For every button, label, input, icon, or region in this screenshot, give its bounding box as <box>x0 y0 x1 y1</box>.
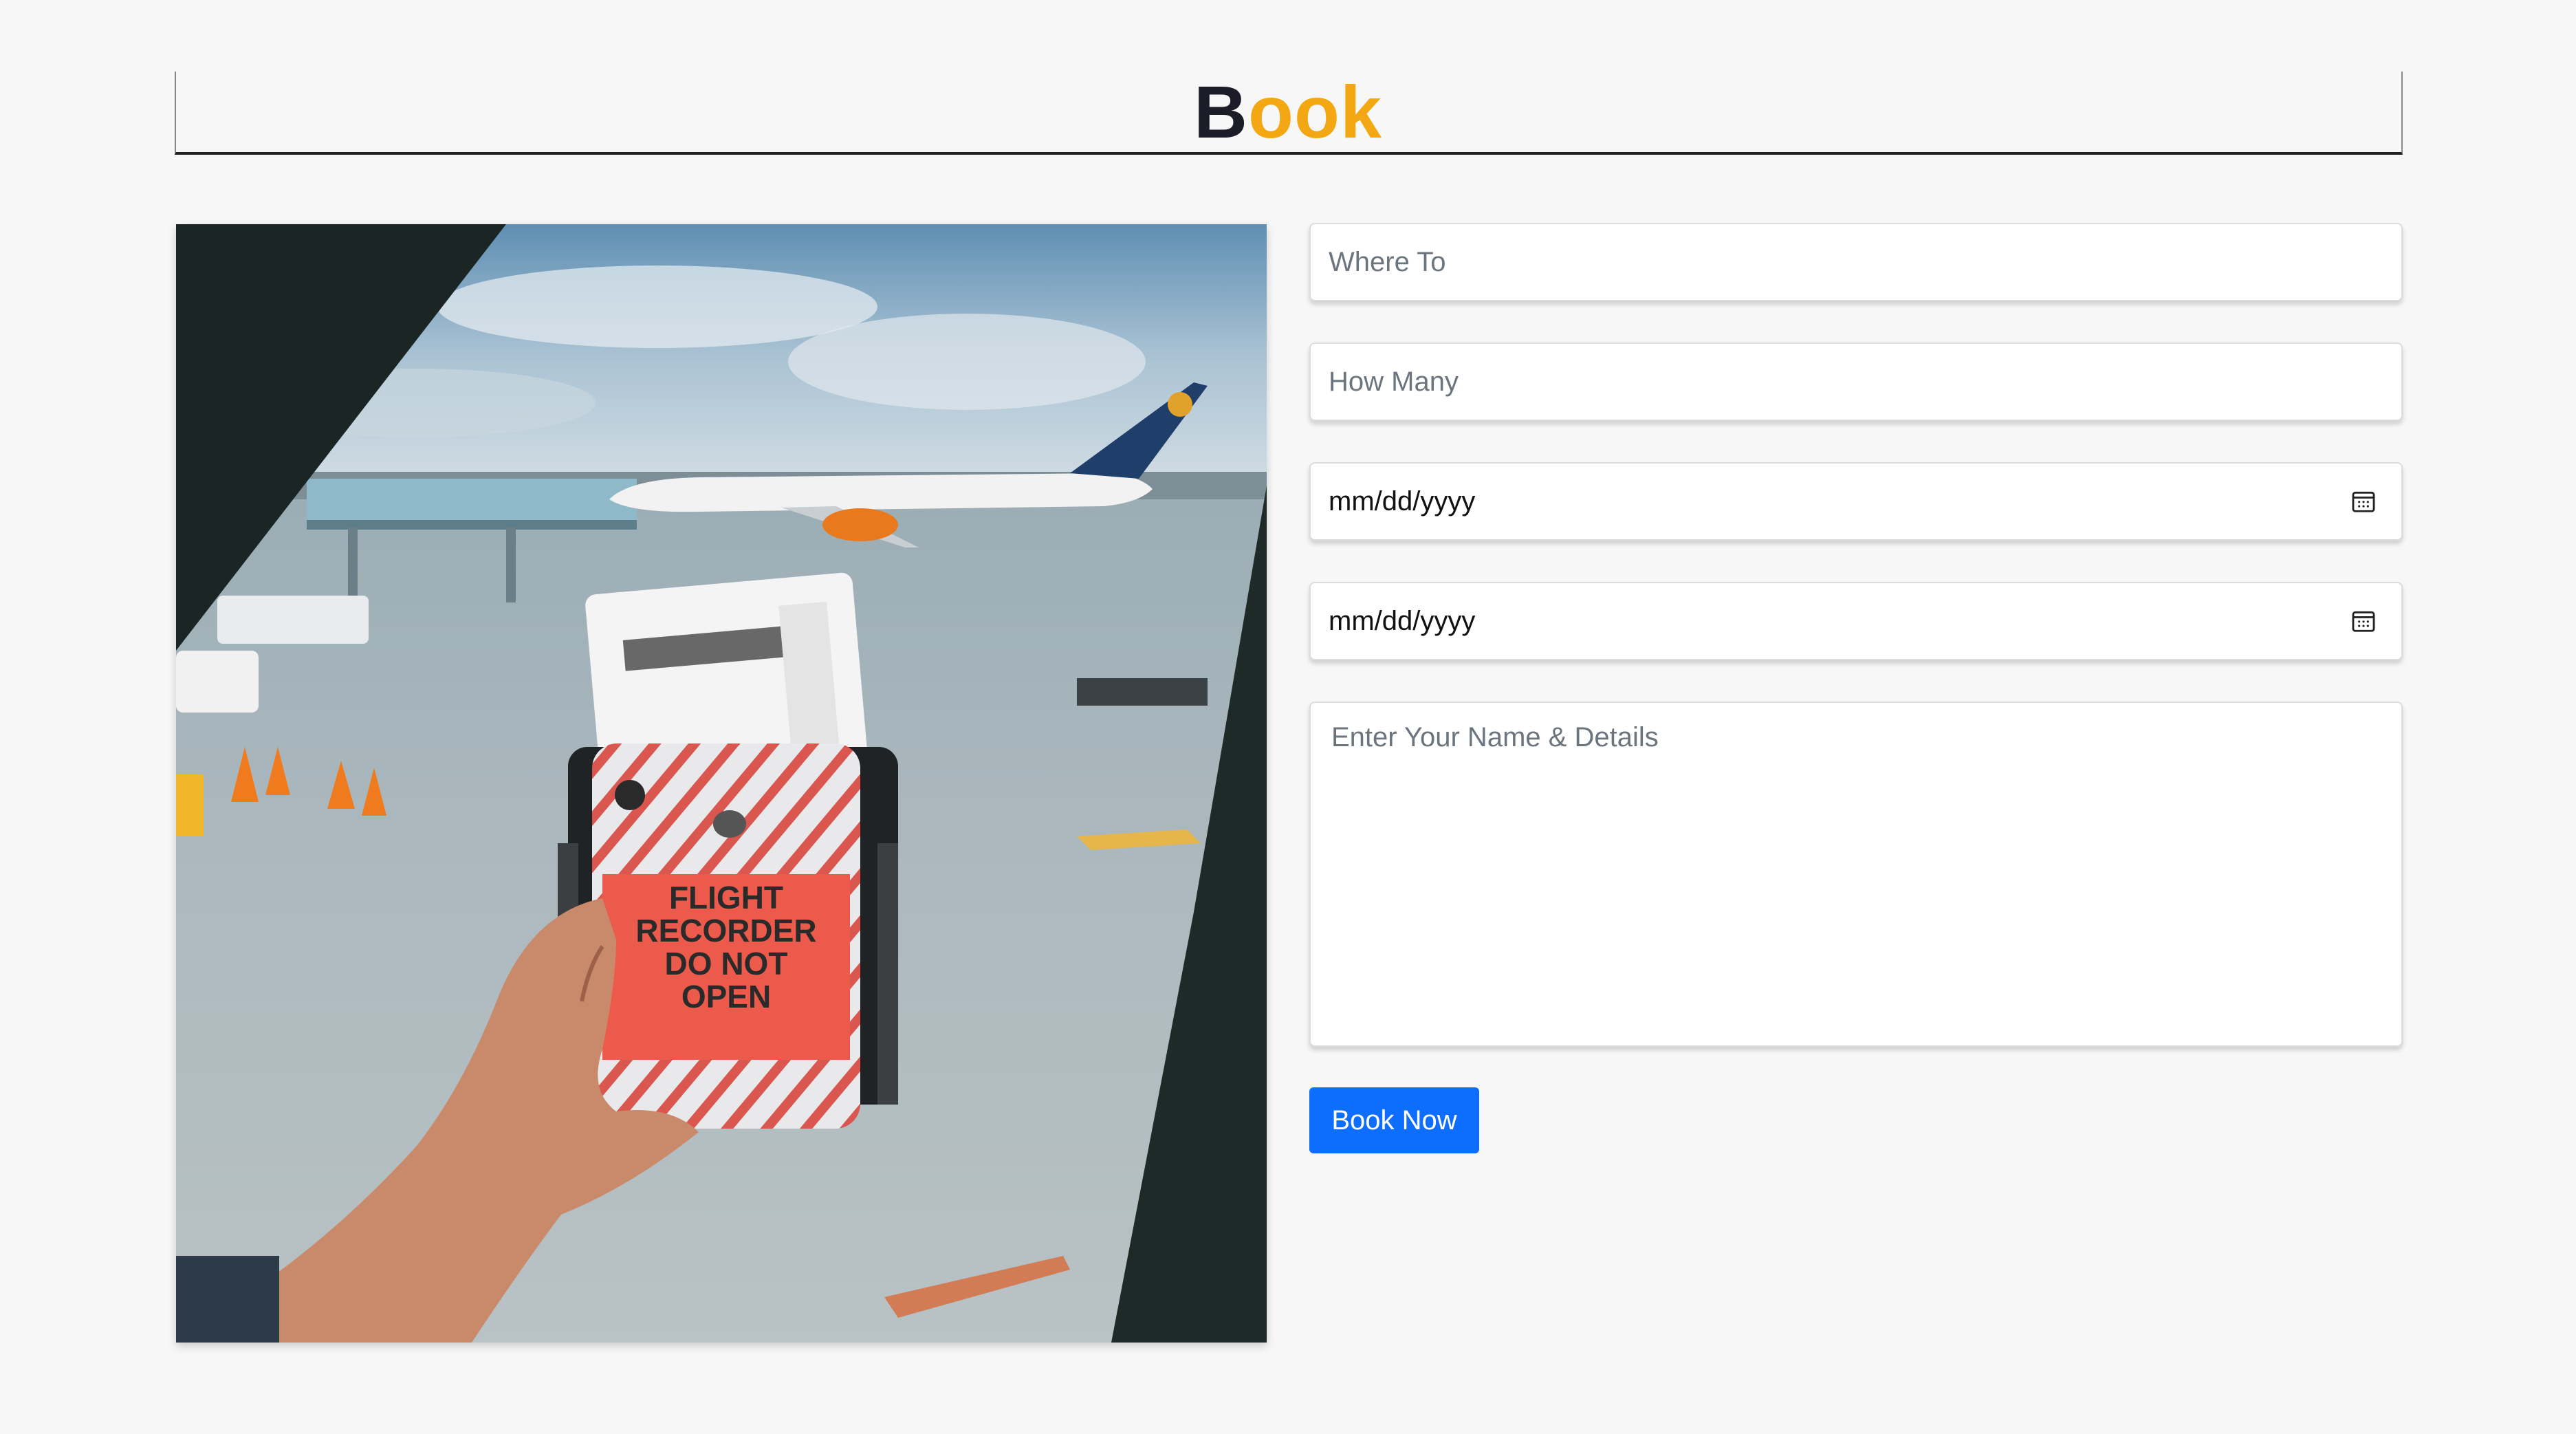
arrival-date-field[interactable]: mm/dd/yyyy <box>1309 462 2403 541</box>
phone-case-line-2: RECORDER <box>635 913 816 948</box>
phone-case-line-4: OPEN <box>681 979 771 1014</box>
page-title-first-letter: B <box>1193 70 1248 153</box>
details-textarea[interactable] <box>1311 703 2401 1045</box>
leaving-date-input[interactable]: mm/dd/yyyy <box>1329 583 1475 659</box>
how-many-field[interactable] <box>1309 343 2403 421</box>
phone-case-line-1: FLIGHT <box>669 880 783 915</box>
book-now-button[interactable]: Book Now <box>1309 1087 1479 1153</box>
arrival-date-input[interactable]: mm/dd/yyyy <box>1329 464 1475 539</box>
how-many-input[interactable] <box>1311 344 2401 420</box>
page-title: Book <box>0 67 2576 157</box>
leaving-date-field[interactable]: mm/dd/yyyy <box>1309 582 2403 660</box>
where-to-input[interactable] <box>1311 224 2401 300</box>
booking-photo: FLIGHT RECORDER DO NOT OPEN <box>176 224 1267 1343</box>
booking-photo-illustration: FLIGHT RECORDER DO NOT OPEN <box>176 224 1267 1343</box>
page-title-rest: ook <box>1247 70 1382 153</box>
where-to-field[interactable] <box>1309 223 2403 301</box>
details-field[interactable] <box>1309 702 2403 1047</box>
calendar-icon[interactable] <box>2350 488 2377 514</box>
calendar-icon[interactable] <box>2350 608 2377 634</box>
phone-case-line-3: DO NOT <box>665 946 788 981</box>
